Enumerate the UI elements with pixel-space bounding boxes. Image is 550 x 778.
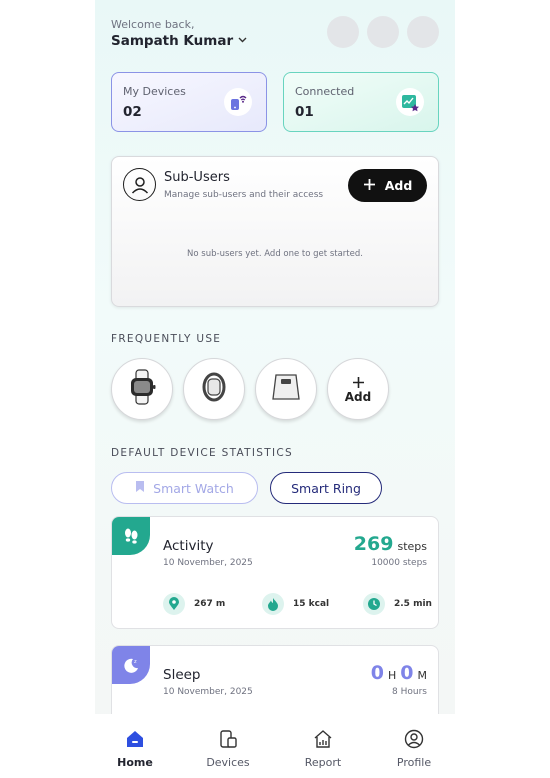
add-frequent-device-button[interactable]: Add (327, 358, 389, 420)
bookmark-icon (135, 480, 145, 496)
footsteps-icon (112, 517, 150, 555)
connected-card[interactable]: Connected 01 (283, 72, 439, 132)
activity-steps-unit: steps (397, 540, 427, 553)
svg-text:z: z (134, 659, 137, 665)
sleep-duration-value: 0 H 0 M (371, 662, 427, 684)
chevron-down-icon (238, 36, 247, 46)
activity-distance-value: 267 m (194, 599, 226, 609)
add-sub-user-button[interactable]: Add (348, 169, 427, 202)
activity-distance: 267 m (163, 593, 225, 615)
sleep-title: Sleep (163, 667, 201, 683)
header-action-button-3[interactable] (407, 16, 439, 48)
activity-date: 10 November, 2025 (163, 558, 253, 568)
profile-icon (403, 728, 425, 750)
clock-icon (363, 593, 385, 615)
user-avatar-icon (123, 168, 156, 201)
activity-calories: 15 kcal (262, 593, 329, 615)
tab-smart-ring-label: Smart Ring (291, 480, 361, 496)
wireless-device-icon (224, 88, 252, 116)
app-screen: Welcome back, Sampath Kumar My Devices 0… (95, 0, 455, 778)
location-pin-icon (163, 593, 185, 615)
activity-duration: 2.5 min (363, 593, 432, 615)
add-frequent-label: Add (344, 390, 372, 404)
activity-title: Activity (163, 538, 214, 554)
frequently-use-title: FREQUENTLY USE (111, 333, 222, 345)
sleep-card[interactable]: z Sleep 10 November, 2025 0 H 0 M 8 Hour… (111, 645, 439, 725)
activity-duration-value: 2.5 min (394, 599, 432, 609)
activity-card[interactable]: Activity 10 November, 2025 269 steps 100… (111, 516, 439, 629)
nav-report[interactable]: Report (288, 714, 358, 778)
frequent-smart-band-button[interactable] (183, 358, 245, 420)
activity-calories-value: 15 kcal (293, 599, 330, 609)
devices-icon (217, 728, 239, 750)
smart-watch-icon (125, 368, 159, 410)
frequent-smart-watch-button[interactable] (111, 358, 173, 420)
nav-devices[interactable]: Devices (193, 714, 263, 778)
nav-profile[interactable]: Profile (379, 714, 449, 778)
sub-users-empty-state: No sub-users yet. Add one to get started… (187, 249, 363, 259)
frequent-smart-scale-button[interactable] (255, 358, 317, 420)
tab-smart-watch-label: Smart Watch (153, 480, 234, 496)
sub-users-title: Sub-Users (164, 170, 230, 185)
smart-scale-icon (269, 370, 303, 408)
nav-home[interactable]: Home (100, 714, 170, 778)
nav-report-label: Report (304, 756, 342, 769)
flame-icon (262, 593, 284, 615)
activity-goal: 10000 steps (371, 558, 427, 568)
sleep-hours-unit: H (387, 669, 397, 682)
nav-home-label: Home (117, 756, 153, 769)
report-icon (312, 728, 334, 750)
sleep-minutes-number: 0 (400, 662, 414, 684)
connected-chart-icon (396, 88, 424, 116)
smart-band-icon (199, 370, 229, 408)
sleep-hours-number: 0 (370, 662, 384, 684)
sleep-minutes-unit: M (417, 669, 428, 682)
tab-smart-ring[interactable]: Smart Ring (270, 472, 382, 504)
activity-steps-value: 269 steps (354, 533, 427, 555)
bottom-navigation: Home Devices Report Profile (95, 714, 455, 778)
sleep-date: 10 November, 2025 (163, 687, 253, 697)
nav-profile-label: Profile (396, 756, 432, 769)
home-icon (124, 728, 146, 750)
add-sub-user-label: Add (384, 178, 413, 193)
moon-icon: z (112, 646, 150, 684)
sub-users-subtitle: Manage sub-users and their access (164, 190, 324, 200)
tab-smart-watch[interactable]: Smart Watch (111, 472, 258, 504)
welcome-text: Welcome back, (111, 18, 195, 31)
my-devices-card[interactable]: My Devices 02 (111, 72, 267, 132)
header-action-button-1[interactable] (327, 16, 359, 48)
plus-icon (363, 177, 376, 195)
plus-icon (352, 374, 365, 390)
user-switcher[interactable]: Sampath Kumar (111, 33, 247, 49)
nav-devices-label: Devices (206, 756, 250, 769)
activity-steps-number: 269 (353, 533, 394, 555)
sub-users-card: Sub-Users Manage sub-users and their acc… (111, 156, 439, 307)
default-statistics-title: DEFAULT DEVICE STATISTICS (111, 447, 293, 459)
header-action-button-2[interactable] (367, 16, 399, 48)
user-name: Sampath Kumar (111, 33, 234, 49)
sleep-goal: 8 Hours (392, 687, 427, 697)
